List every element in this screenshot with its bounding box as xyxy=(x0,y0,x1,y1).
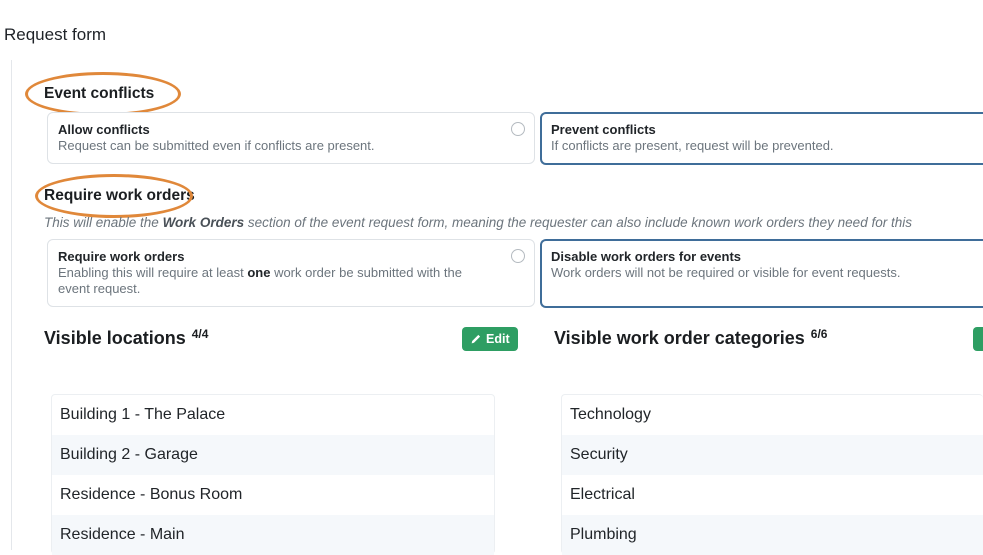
edit-locations-button[interactable]: Edit xyxy=(462,327,518,351)
list-item[interactable]: Electrical xyxy=(562,475,983,515)
option-title: Allow conflicts xyxy=(58,122,150,137)
option-title: Prevent conflicts xyxy=(551,122,656,137)
edit-categories-button[interactable] xyxy=(973,327,983,351)
option-disable-work-orders[interactable]: Disable work orders for events Work orde… xyxy=(540,239,983,308)
highlight-ring-work-orders xyxy=(35,174,193,218)
option-require-work-orders[interactable]: Require work orders Enabling this will r… xyxy=(47,239,535,307)
option-description: If conflicts are present, request will b… xyxy=(551,138,834,153)
option-allow-conflicts[interactable]: Allow conflicts Request can be submitted… xyxy=(47,112,535,164)
list-item[interactable]: Building 1 - The Palace xyxy=(52,395,494,435)
visible-categories-count: 6/6 xyxy=(810,327,828,341)
section-divider xyxy=(11,60,12,550)
work-orders-note: This will enable the Work Orders section… xyxy=(44,215,912,230)
locations-list: Building 1 - The Palace Building 2 - Gar… xyxy=(51,394,495,555)
categories-list: Technology Security Electrical Plumbing xyxy=(561,394,983,555)
list-item[interactable]: Plumbing xyxy=(562,515,983,555)
option-description: Request can be submitted even if conflic… xyxy=(58,138,375,153)
list-item[interactable]: Technology xyxy=(562,395,983,435)
visible-locations-count: 4/4 xyxy=(191,327,209,341)
visible-categories-heading: Visible work order categories 6/6 xyxy=(554,327,828,348)
option-description: Enabling this will require at least one … xyxy=(58,265,462,296)
option-title: Require work orders xyxy=(58,249,185,264)
radio-circle-icon[interactable] xyxy=(511,122,525,136)
page-title: Request form xyxy=(4,25,107,44)
visible-locations-heading: Visible locations 4/4 xyxy=(44,327,209,348)
highlight-ring-event-conflicts xyxy=(25,72,181,116)
option-prevent-conflicts[interactable]: Prevent conflicts If conflicts are prese… xyxy=(540,112,983,165)
option-description: Work orders will not be required or visi… xyxy=(551,265,901,280)
list-item[interactable]: Residence - Bonus Room xyxy=(52,475,494,515)
radio-circle-icon[interactable] xyxy=(511,249,525,263)
list-item[interactable]: Security xyxy=(562,435,983,475)
list-item[interactable]: Building 2 - Garage xyxy=(52,435,494,475)
option-title: Disable work orders for events xyxy=(551,249,742,264)
list-item[interactable]: Residence - Main xyxy=(52,515,494,555)
pencil-icon xyxy=(471,334,481,343)
